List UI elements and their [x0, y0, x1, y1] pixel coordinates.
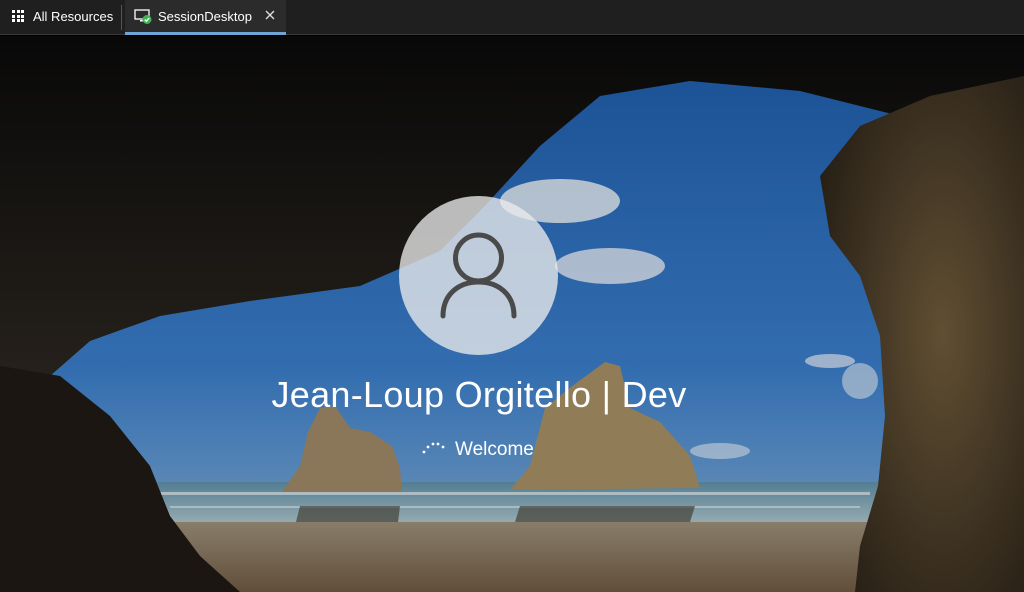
tab-all-resources[interactable]: All Resources	[0, 0, 120, 35]
remote-desktop-lockscreen[interactable]: Jean-Loup Orgitello | Dev Welcome	[0, 36, 1024, 592]
tab-session-label: SessionDesktop	[158, 9, 252, 24]
welcome-text: Welcome	[455, 439, 534, 460]
loading-spinner-icon	[422, 442, 445, 454]
user-display-name: Jean-Loup Orgitello | Dev	[271, 374, 687, 415]
user-icon	[440, 232, 517, 319]
tab-bar: All Resources SessionDesktop	[0, 0, 1024, 35]
tab-all-resources-label: All Resources	[33, 9, 114, 24]
grid-icon	[12, 10, 24, 22]
user-avatar	[399, 196, 558, 355]
close-icon[interactable]	[263, 8, 277, 22]
tab-divider	[121, 5, 122, 30]
monitor-check-icon	[134, 9, 152, 24]
tab-session-desktop[interactable]: SessionDesktop	[125, 0, 286, 35]
active-tab-indicator	[125, 32, 286, 35]
